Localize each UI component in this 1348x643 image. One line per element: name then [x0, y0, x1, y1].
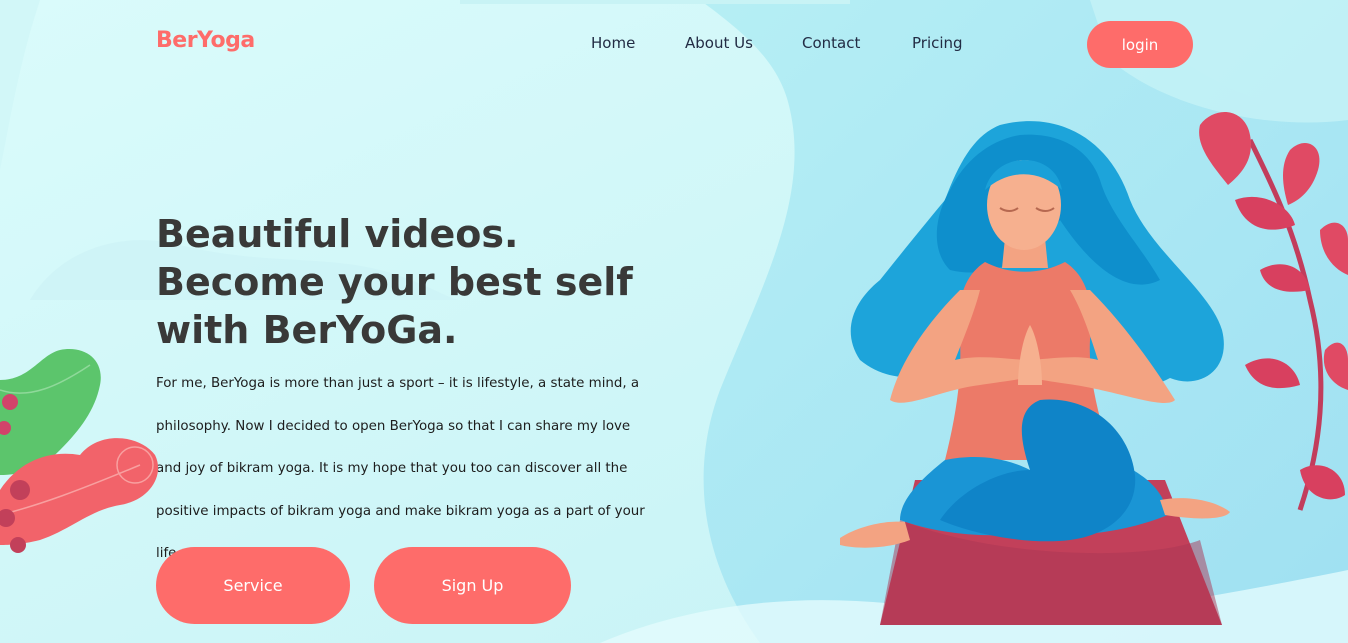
nav-contact[interactable]: Contact	[802, 34, 860, 52]
logo[interactable]: BerYoga	[156, 28, 255, 53]
nav-home[interactable]: Home	[591, 34, 635, 52]
sign-up-button[interactable]: Sign Up	[374, 547, 571, 624]
hero-headline: Beautiful videos. Become your best self …	[156, 212, 633, 352]
nav-pricing[interactable]: Pricing	[912, 34, 963, 52]
decorative-leaves-left	[0, 349, 159, 553]
login-button[interactable]: login	[1087, 21, 1193, 68]
nav-about-us[interactable]: About Us	[685, 34, 753, 52]
yoga-woman-illustration	[840, 112, 1348, 625]
hero-description: For me, BerYoga is more than just a spor…	[156, 376, 645, 561]
service-button[interactable]: Service	[156, 547, 350, 624]
